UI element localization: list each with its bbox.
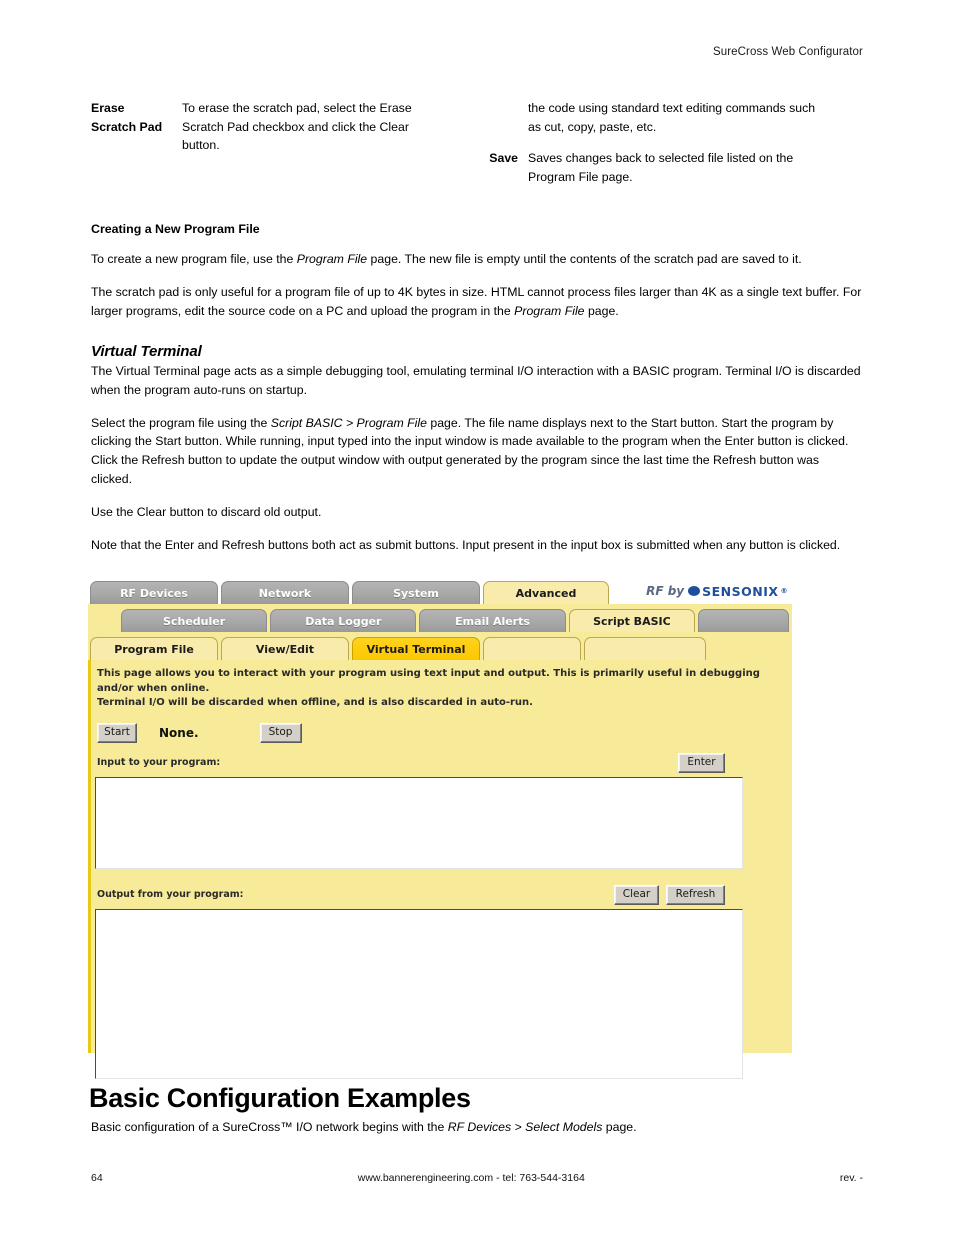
text-run-italic: Program File xyxy=(296,252,368,266)
paragraph-virtual-terminal-intro: The Virtual Terminal page acts as a simp… xyxy=(91,364,861,397)
running-program-status: None. xyxy=(159,725,199,740)
paragraph-create-new-program-file: To create a new program file, use the Pr… xyxy=(91,250,863,269)
paragraph-submit-buttons-note: Note that the Enter and Refresh buttons … xyxy=(91,537,841,552)
tab-data-logger[interactable]: Data Logger xyxy=(270,609,417,632)
definition-term-line2: Scratch Pad xyxy=(91,119,163,134)
footer-revision: rev. - xyxy=(839,1172,863,1184)
brand-mark: SENSONIX ® xyxy=(688,584,788,599)
definition-row-save: Save Saves changes back to selected file… xyxy=(477,149,863,186)
tab-program-file[interactable]: Program File xyxy=(90,637,218,660)
text-run: To create a new program file, use the xyxy=(91,252,297,266)
virtual-terminal-section: Virtual Terminal The Virtual Terminal pa… xyxy=(91,343,863,555)
input-label: Input to your program: xyxy=(97,757,221,768)
creating-new-program-file-section: Creating a New Program File To create a … xyxy=(91,222,863,334)
definition-term: Save xyxy=(489,151,518,166)
panel-intro-text: This page allows you to interact with yo… xyxy=(91,667,792,711)
definition-description: To erase the scratch pad, select the Era… xyxy=(182,101,412,153)
paragraph-basic-configuration-intro: Basic configuration of a SureCross™ I/O … xyxy=(91,1118,637,1136)
text-run: Basic configuration of a SureCross™ I/O … xyxy=(91,1120,448,1134)
tab-email-alerts[interactable]: Email Alerts xyxy=(419,609,566,632)
brand-prefix: RF by xyxy=(646,584,685,598)
tab-blank-tertiary-2[interactable] xyxy=(584,637,706,660)
tab-bar-secondary: Scheduler Data Logger Email Alerts Scrip… xyxy=(88,604,792,632)
text-run-italic: Program File xyxy=(514,303,585,318)
paragraph-select-program-file: Select the program file using the Script… xyxy=(91,414,863,489)
footer-page-number: 64 xyxy=(91,1172,103,1184)
panel-intro-line2: Terminal I/O will be discarded when offl… xyxy=(97,697,533,708)
sensonix-dot-icon xyxy=(688,586,701,596)
tab-system[interactable]: System xyxy=(352,581,480,604)
definition-term-line1: Erase xyxy=(91,101,125,115)
tab-scheduler[interactable]: Scheduler xyxy=(121,609,268,632)
footer-contact-info: www.bannerengineering.com - tel: 763-544… xyxy=(357,1172,585,1184)
tab-view-edit[interactable]: View/Edit xyxy=(221,637,349,660)
text-run: page. xyxy=(584,303,619,318)
page-footer: 64 www.bannerengineering.com - tel: 763-… xyxy=(91,1172,863,1184)
page-running-header: SureCross Web Configurator xyxy=(712,46,863,58)
tab-bar-tertiary: Program File View/Edit Virtual Terminal xyxy=(88,632,792,660)
start-button[interactable]: Start xyxy=(97,722,137,743)
tab-bar-primary: RF Devices Network System Advanced RF by… xyxy=(88,576,792,604)
definition-columns: Erase Scratch Pad To erase the scratch p… xyxy=(91,99,863,200)
text-run: Select the program file using the xyxy=(91,415,271,430)
enter-button[interactable]: Enter xyxy=(678,752,725,773)
program-input-textarea[interactable] xyxy=(95,776,743,869)
tab-rf-devices[interactable]: RF Devices xyxy=(90,581,218,604)
paragraph-scratch-pad-size-limit: The scratch pad is only useful for a pro… xyxy=(91,283,863,321)
section-heading-virtual-terminal: Virtual Terminal xyxy=(91,343,202,360)
input-section-header: Input to your program: Enter xyxy=(91,752,792,773)
text-run-italic: Script BASIC > Program File xyxy=(270,415,427,430)
output-label: Output from your program: xyxy=(97,889,244,900)
tab-script-basic[interactable]: Script BASIC xyxy=(568,609,696,632)
definition-column-right: the code using standard text editing com… xyxy=(477,99,863,200)
text-run: page. xyxy=(602,1120,637,1134)
definition-description: Saves changes back to selected file list… xyxy=(528,151,794,185)
definition-column-left: Erase Scratch Pad To erase the scratch p… xyxy=(91,99,477,200)
input-actions: Enter xyxy=(678,752,725,773)
brand-name: SENSONIX xyxy=(702,583,779,599)
stop-button[interactable]: Stop xyxy=(259,722,302,743)
panel-intro-line1: This page allows you to interact with yo… xyxy=(97,668,760,694)
output-actions: Clear Refresh xyxy=(614,884,725,905)
clear-button[interactable]: Clear xyxy=(614,884,659,905)
virtual-terminal-screenshot-figure: RF Devices Network System Advanced RF by… xyxy=(88,576,792,1079)
sensonix-brand-logo: RF by SENSONIX ® xyxy=(646,581,788,601)
text-run-italic: RF Devices > Select Models xyxy=(447,1120,603,1134)
output-section-header: Output from your program: Clear Refresh xyxy=(91,884,792,905)
section-heading-basic-configuration-examples: Basic Configuration Examples xyxy=(89,1083,471,1113)
virtual-terminal-panel: This page allows you to interact with yo… xyxy=(88,660,792,1079)
definition-term: Erase Scratch Pad xyxy=(91,99,182,155)
tab-advanced[interactable]: Advanced xyxy=(483,581,609,604)
text-run: page. The new file is empty until the co… xyxy=(367,252,802,266)
tab-network[interactable]: Network xyxy=(221,581,349,604)
definition-continuation-text: the code using standard text editing com… xyxy=(528,101,816,134)
program-output-textarea[interactable] xyxy=(95,908,743,1079)
definition-row-erase-scratch-pad: Erase Scratch Pad To erase the scratch p… xyxy=(91,99,477,155)
refresh-button[interactable]: Refresh xyxy=(666,884,725,905)
tab-virtual-terminal[interactable]: Virtual Terminal xyxy=(352,637,480,660)
tab-blank-secondary[interactable] xyxy=(698,609,790,632)
brand-registered-mark: ® xyxy=(780,587,788,595)
program-run-controls: Start None. Stop xyxy=(91,722,792,743)
tab-blank-tertiary-1[interactable] xyxy=(483,637,581,660)
section-heading-creating-new-program-file: Creating a New Program File xyxy=(91,222,260,236)
paragraph-clear-button-usage: Use the Clear button to discard old outp… xyxy=(91,504,322,519)
text-run: The scratch pad is only useful for a pro… xyxy=(91,284,862,318)
